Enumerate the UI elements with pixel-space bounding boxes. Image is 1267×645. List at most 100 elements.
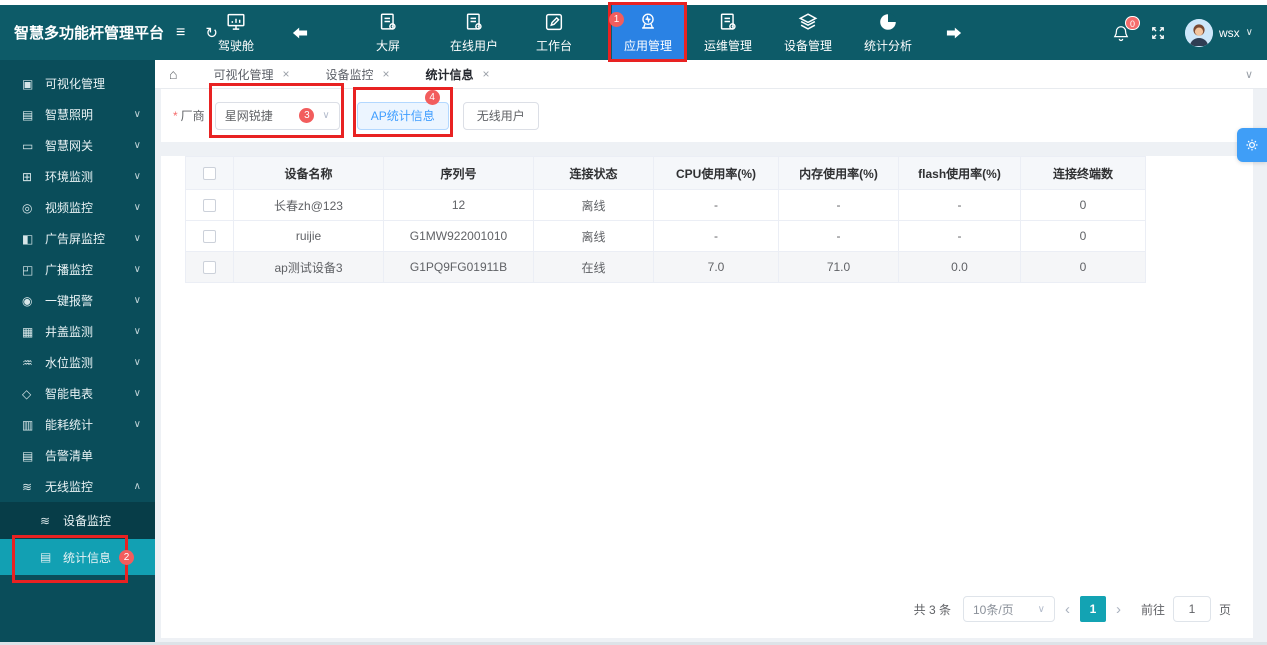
- nav-scroll-left-arrow[interactable]: [282, 5, 318, 60]
- column-header-terminals: 连接终端数: [1020, 156, 1146, 190]
- sidebar-item-environment-monitoring[interactable]: ⊞ 环境监测 ∨: [0, 161, 155, 192]
- user-menu[interactable]: wsx ∨: [1185, 18, 1253, 47]
- close-icon[interactable]: ×: [383, 67, 390, 81]
- next-page-button[interactable]: ›: [1106, 601, 1131, 618]
- settings-fab-button[interactable]: [1237, 128, 1267, 162]
- tab-label: 统计信息: [425, 67, 474, 82]
- doc-gear-icon: [466, 13, 482, 30]
- close-icon[interactable]: ×: [282, 67, 289, 81]
- cell-status: 离线: [533, 189, 654, 221]
- row-checkbox[interactable]: [203, 198, 216, 212]
- cell-memory: -: [778, 189, 899, 221]
- cell-flash: -: [898, 189, 1021, 221]
- cell-cpu: -: [653, 220, 779, 252]
- tab-label: 设备监控: [325, 67, 374, 82]
- sidebar-item-manhole-monitoring[interactable]: ▦ 井盖监测 ∨: [0, 316, 155, 347]
- sidebar-item-label: 水位监测: [45, 356, 94, 370]
- sidebar-item-label: 能耗统计: [45, 418, 94, 432]
- content-area: ⌂ 可视化管理 × 设备监控 × 统计信息 × ∨ * 厂商 星网锐捷 3 ∨ 4: [155, 60, 1267, 642]
- sidebar-item-ad-screen-monitoring[interactable]: ◧ 广告屏监控 ∨: [0, 223, 155, 254]
- sidebar-item-smart-gateway[interactable]: ▭ 智慧网关 ∨: [0, 130, 155, 161]
- tab-visual-management[interactable]: 可视化管理 ×: [213, 66, 289, 83]
- doc-icon: ▤: [40, 550, 52, 564]
- chevron-down-icon: ∨: [133, 140, 141, 151]
- table-row: ap测试设备3 G1PQ9FG01911B 在线 7.0 71.0 0.0 0: [185, 251, 1146, 283]
- cell-cpu: 7.0: [653, 251, 779, 283]
- chevron-down-icon: ∨: [133, 419, 141, 430]
- tab-statistics-info[interactable]: 统计信息 ×: [426, 66, 490, 83]
- nav-item-online-users[interactable]: 在线用户: [438, 5, 510, 60]
- goto-page-input[interactable]: [1172, 596, 1211, 622]
- wireless-users-button[interactable]: 无线用户: [462, 101, 539, 130]
- ad-screen-icon: ◧: [22, 231, 34, 246]
- sidebar-item-video-surveillance[interactable]: ◎ 视频监控 ∨: [0, 192, 155, 223]
- tab-label: 可视化管理: [213, 67, 274, 82]
- goto-page-unit: 页: [1218, 602, 1231, 617]
- nav-item-cockpit[interactable]: 驾驶舱: [200, 5, 272, 60]
- sidebar-subitem-statistics-info[interactable]: ▤ 统计信息 2: [0, 535, 155, 583]
- nav-item-device-management[interactable]: 设备管理: [772, 5, 844, 60]
- annotation-badge-4: 4: [424, 89, 440, 105]
- nav-item-label: 大屏: [375, 39, 400, 53]
- sidebar-item-energy-statistics[interactable]: ▥ 能耗统计 ∨: [0, 409, 155, 440]
- sidebar-subitem-label: 设备监控: [63, 514, 112, 528]
- sidebar-subitem-label: 统计信息: [63, 550, 112, 565]
- nav-item-big-screen[interactable]: 大屏: [352, 5, 424, 60]
- table-header-row: 设备名称 序列号 连接状态 CPU使用率(%) 内存使用率(%) flash使用…: [185, 156, 1146, 190]
- cell-cpu: -: [653, 189, 779, 221]
- select-all-checkbox[interactable]: [203, 166, 216, 180]
- nav-item-statistics[interactable]: 统计分析: [852, 5, 924, 60]
- edit-square-icon: [545, 13, 563, 31]
- sidebar-collapse-icon[interactable]: ≡: [176, 24, 185, 42]
- wifi-icon: ≋: [22, 479, 33, 494]
- sidebar-item-label: 井盖监测: [45, 325, 94, 339]
- column-header-cpu: CPU使用率(%): [653, 156, 779, 190]
- sidebar-item-one-key-alarm[interactable]: ◉ 一键报警 ∨: [0, 285, 155, 316]
- water-level-icon: ♒: [22, 355, 33, 370]
- nav-item-app-management[interactable]: 1 应用管理: [608, 2, 687, 62]
- sidebar-item-smart-meter[interactable]: ◇ 智能电表 ∨: [0, 378, 155, 409]
- app-window: 智慧多功能杆管理平台 ≡ ↻ 驾驶舱 大屏 在线用户 工作台 1 应用管理 运维…: [0, 0, 1267, 645]
- alarm-icon: ◉: [22, 293, 33, 308]
- nav-item-label: 应用管理: [623, 39, 672, 53]
- pagination-total: 共 3 条: [913, 602, 951, 617]
- current-page-button[interactable]: 1: [1079, 596, 1106, 622]
- cell-terminals: 0: [1020, 251, 1146, 283]
- vendor-select[interactable]: 星网锐捷 3 ∨: [208, 82, 344, 138]
- fullscreen-button[interactable]: [1149, 24, 1167, 42]
- nav-scroll-right-arrow[interactable]: [936, 5, 972, 60]
- energy-icon: ▥: [22, 417, 34, 432]
- sidebar-item-visual-management[interactable]: ▣ 可视化管理: [0, 68, 155, 99]
- cell-device-name: 长春zh@123: [233, 189, 384, 221]
- row-checkbox[interactable]: [203, 260, 216, 274]
- close-icon[interactable]: ×: [483, 67, 490, 81]
- nav-item-workbench[interactable]: 工作台: [518, 5, 590, 60]
- tab-device-monitoring[interactable]: 设备监控 ×: [326, 66, 390, 83]
- tab-list-chevron-icon[interactable]: ∨: [1245, 68, 1253, 81]
- notifications-button[interactable]: 0: [1111, 15, 1140, 43]
- sidebar-item-wireless-monitoring[interactable]: ≋ 无线监控 ∧: [0, 471, 155, 502]
- row-checkbox[interactable]: [203, 229, 216, 243]
- home-icon[interactable]: ⌂: [169, 66, 177, 82]
- wireless-users-button-label: 无线用户: [476, 109, 525, 123]
- cell-status: 在线: [533, 251, 654, 283]
- column-header-device-name: 设备名称: [233, 156, 384, 190]
- chevron-down-icon: ∨: [133, 357, 141, 368]
- sidebar-item-water-level-monitoring[interactable]: ♒ 水位监测 ∨: [0, 347, 155, 378]
- ap-statistics-button[interactable]: 4 AP统计信息: [352, 86, 453, 137]
- sidebar-item-smart-lighting[interactable]: ▤ 智慧照明 ∨: [0, 99, 155, 130]
- sidebar-item-label: 广告屏监控: [45, 232, 106, 246]
- sidebar-item-broadcast-monitoring[interactable]: ◰ 广播监控 ∨: [0, 254, 155, 285]
- cell-memory: 71.0: [778, 251, 899, 283]
- cell-flash: -: [898, 220, 1021, 252]
- chevron-down-icon: ∨: [133, 388, 141, 399]
- lighting-icon: ▤: [22, 107, 34, 122]
- page-size-value: 10条/页: [972, 602, 1014, 617]
- alert-list-icon: ▤: [22, 448, 34, 463]
- layers-icon: [798, 13, 818, 30]
- sidebar-item-alert-list[interactable]: ▤ 告警清单: [0, 440, 155, 471]
- page-size-select[interactable]: 10条/页 ∨: [962, 596, 1055, 622]
- prev-page-button[interactable]: ‹: [1055, 601, 1080, 618]
- nav-item-ops-management[interactable]: 运维管理: [692, 5, 764, 60]
- sidebar-subitem-device-monitoring[interactable]: ≋ 设备监控: [0, 502, 155, 539]
